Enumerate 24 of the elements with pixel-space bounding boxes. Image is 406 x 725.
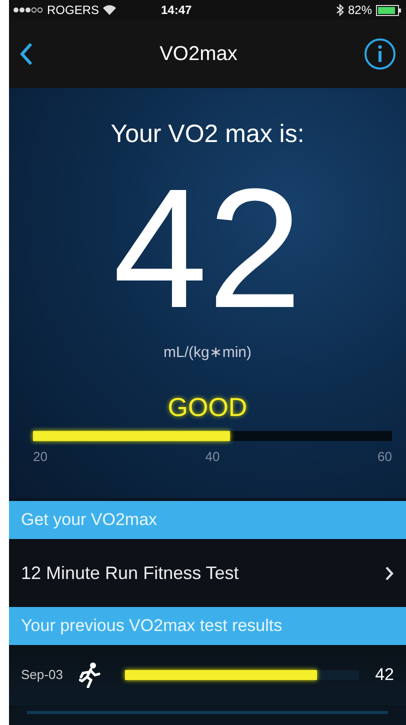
battery-icon <box>376 4 402 16</box>
signal-icon <box>13 7 43 13</box>
screen-title: VO2max <box>160 42 238 67</box>
vo2-value: 42 <box>112 164 302 334</box>
scale-tick: 40 <box>205 448 220 466</box>
scale-tick: 20 <box>33 448 48 466</box>
unit-label: mL/(kg∗min) <box>163 342 252 362</box>
chevron-icon <box>385 566 394 580</box>
back-icon[interactable] <box>19 42 33 66</box>
section-header: Get your VO2max <box>9 501 406 539</box>
scale-tick: 60 <box>378 448 392 466</box>
result-date: Sep-03 <box>21 666 63 684</box>
bluetooth-icon <box>336 4 344 16</box>
wifi-icon <box>103 5 116 15</box>
result-value: 42 <box>375 664 394 686</box>
battery-percentage: 82% <box>348 2 372 19</box>
rating-label: GOOD <box>168 391 248 424</box>
test-row[interactable]: 12 Minute Run Fitness Test <box>9 539 406 607</box>
info-icon[interactable] <box>364 38 396 70</box>
section-header: Your previous VO2max test results <box>9 607 406 645</box>
runner-icon <box>78 662 101 688</box>
result-heading: Your VO2 max is: <box>110 119 304 150</box>
status-time: 14:47 <box>161 2 192 19</box>
carrier-name: ROGERS <box>47 2 100 19</box>
